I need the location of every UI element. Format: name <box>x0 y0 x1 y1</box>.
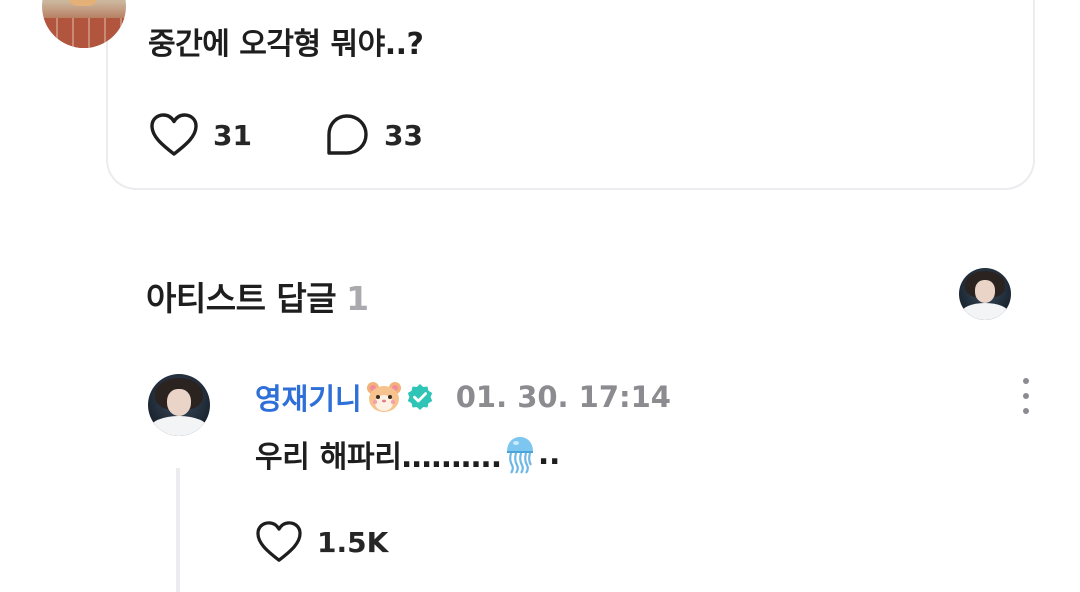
hamster-face-icon <box>366 382 401 412</box>
post-like-count: 31 <box>213 118 252 152</box>
artist-replies-count: 1 <box>346 279 369 318</box>
more-options-icon[interactable] <box>1012 378 1040 414</box>
artist-replies-label: 아티스트 답글 <box>146 279 337 318</box>
reply-like-button[interactable]: 1.5K <box>255 520 388 564</box>
reply-like-count: 1.5K <box>317 525 389 559</box>
artist-skin <box>974 280 996 304</box>
artist-clothing <box>150 416 208 436</box>
thread-line <box>176 468 180 592</box>
post-author-avatar[interactable] <box>42 0 126 48</box>
post-text: 중간에 오각형 뭐야..? <box>148 27 424 62</box>
reply-text-tail: .. <box>537 436 561 472</box>
cat-shape <box>68 0 98 6</box>
reply-meta: 영재기니 01. 30. 17:14 <box>255 376 671 418</box>
reply-text: 우리 해파리………. .. <box>255 432 560 476</box>
reply-author-name[interactable]: 영재기니 <box>255 376 362 418</box>
speech-bubble-icon <box>327 114 368 155</box>
verified-badge-icon <box>407 384 432 410</box>
heart-icon <box>256 521 302 562</box>
heart-icon <box>150 113 198 156</box>
post-like-button[interactable]: 31 <box>149 112 252 158</box>
artist-skin <box>166 388 192 417</box>
dot <box>1023 408 1029 414</box>
artist-avatar-small[interactable] <box>959 268 1011 320</box>
artist-replies-title: 아티스트 답글 1 <box>146 272 369 320</box>
jellyfish-icon <box>506 437 533 474</box>
reply-timestamp: 01. 30. 17:14 <box>455 380 671 414</box>
post-comment-count: 33 <box>384 118 423 152</box>
artist-clothing <box>961 303 1009 320</box>
comment-thread-screen: 중간에 오각형 뭐야..? 31 33 아티스트 답글 1 영재기니 01. 3… <box>0 0 1080 592</box>
artist-face <box>959 268 1011 320</box>
dot <box>1023 378 1029 384</box>
dot <box>1023 393 1029 399</box>
reply-text-main: 우리 해파리………. <box>255 440 502 475</box>
artist-face <box>148 374 210 436</box>
post-comment-button[interactable]: 33 <box>324 112 423 158</box>
brick-wall-shape <box>42 18 126 48</box>
reply-author-avatar[interactable] <box>148 374 210 436</box>
